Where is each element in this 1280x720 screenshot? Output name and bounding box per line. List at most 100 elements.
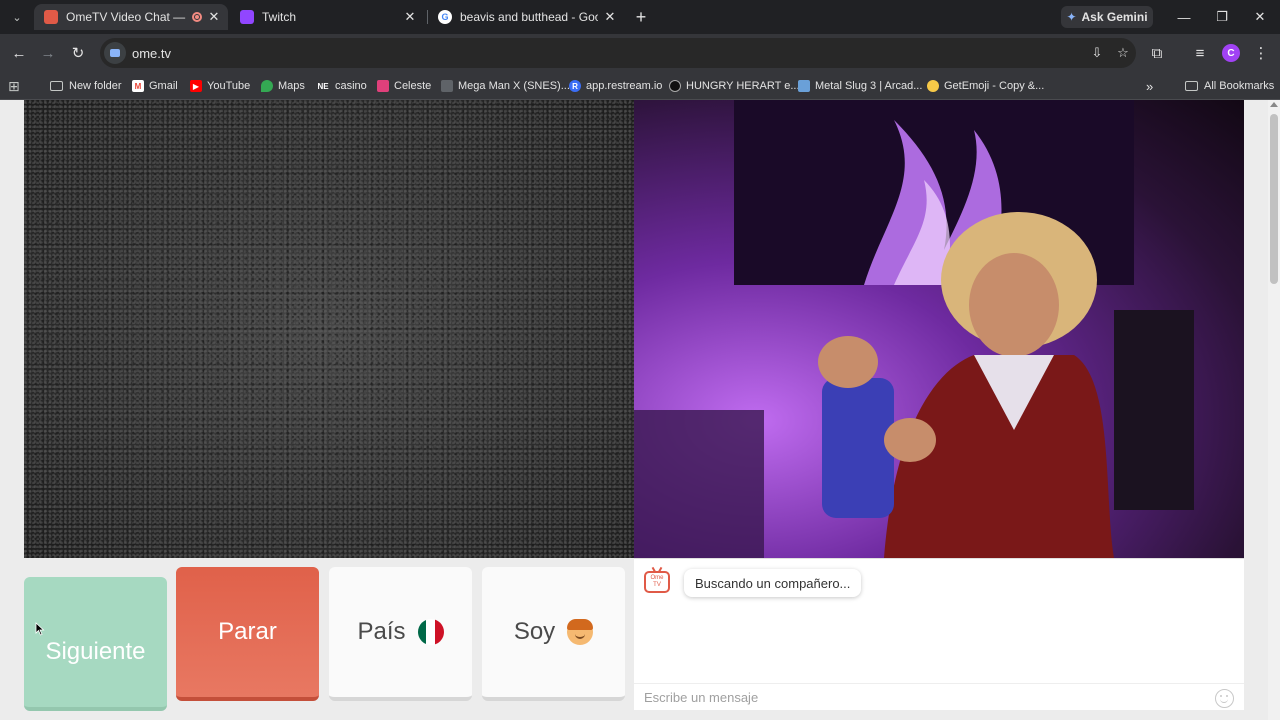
folder-icon — [1185, 81, 1198, 91]
bookmark-label: Maps — [278, 80, 305, 92]
tab-google[interactable]: G beavis and butthead - Google S ✕ — [428, 4, 624, 30]
bookmark-metal-slug[interactable]: Metal Slug 3 | Arcad... — [798, 77, 922, 95]
gmail-icon: M — [132, 80, 144, 92]
search-status-message: Buscando un compañero... — [684, 569, 862, 597]
browser-toolbar: ← → ↻ ome.tv ⇩ ☆ ⧉ ≡ C ⋮ — [0, 34, 1280, 72]
google-favicon-icon: G — [438, 10, 452, 24]
bookmark-label: Celeste — [394, 80, 432, 92]
tab-title: Twitch — [262, 10, 297, 24]
media-controls-icon[interactable]: ≡ — [1188, 41, 1212, 65]
smiley-emoji-icon[interactable] — [1215, 689, 1234, 708]
install-app-icon[interactable]: ⇩ — [1084, 40, 1110, 66]
twitch-favicon-icon — [240, 10, 254, 24]
self-camera-video — [634, 100, 1244, 558]
bookmark-getemoji[interactable]: GetEmoji - Copy &... — [927, 77, 1044, 95]
metalslug-icon — [798, 80, 810, 92]
bookmark-casino[interactable]: NE casino — [316, 77, 367, 95]
hungry-icon — [669, 80, 681, 92]
reload-icon[interactable]: ↻ — [66, 41, 90, 65]
extensions-puzzle-icon[interactable]: ⧉ — [1145, 41, 1169, 65]
next-button[interactable]: Siguiente — [24, 577, 167, 711]
close-tab-icon[interactable]: ✕ — [206, 9, 222, 25]
new-tab-plus-icon[interactable]: + — [630, 6, 652, 28]
country-button[interactable]: País — [329, 567, 472, 701]
bookmark-label: Metal Slug 3 | Arcad... — [815, 80, 923, 92]
mouse-pointer-icon — [35, 622, 45, 636]
boy-emoji-icon — [567, 619, 594, 645]
all-bookmarks[interactable]: All Bookmarks — [1185, 77, 1274, 95]
tab-title: beavis and butthead - Google S — [460, 10, 598, 24]
bookmark-restream[interactable]: R app.restream.io — [569, 77, 662, 95]
bookmark-youtube[interactable]: ▶ YouTube — [190, 77, 250, 95]
site-camera-icon[interactable] — [104, 42, 126, 64]
bookmark-label: Mega Man X (SNES)... — [458, 80, 570, 92]
forward-arrow-icon[interactable]: → — [36, 41, 60, 65]
chat-panel: Ome TV Buscando un compañero... — [634, 558, 1244, 710]
bookmark-gmail[interactable]: M Gmail — [132, 77, 178, 95]
hand — [818, 336, 878, 388]
bookmark-label: GetEmoji - Copy &... — [944, 80, 1045, 92]
close-tab-icon[interactable]: ✕ — [602, 9, 618, 25]
scroll-up-arrow-icon[interactable] — [1270, 102, 1278, 107]
mexico-flag-icon — [417, 619, 444, 645]
stop-button[interactable]: Parar — [176, 567, 319, 701]
restream-icon: R — [569, 80, 581, 92]
scroll-thumb[interactable] — [1270, 114, 1278, 284]
ask-gemini-button[interactable]: ✦ Ask Gemini — [1061, 6, 1153, 28]
bookmark-hungry-herart[interactable]: HUNGRY HERART e... — [669, 77, 800, 95]
apps-grid-icon[interactable]: ⊞ — [8, 77, 20, 95]
message-input-row — [634, 683, 1244, 711]
next-button-label: Siguiente — [45, 638, 146, 665]
gender-button[interactable]: Soy — [482, 567, 625, 701]
gender-button-label: Soy — [513, 618, 556, 645]
bookmark-label: casino — [335, 80, 367, 92]
bookmark-star-icon[interactable]: ☆ — [1110, 40, 1136, 66]
tab-twitch[interactable]: Twitch ✕ — [230, 4, 424, 30]
bookmark-label: YouTube — [207, 80, 251, 92]
browser-menu-icon[interactable]: ⋮ — [1249, 41, 1273, 65]
ask-gemini-label: Ask Gemini — [1081, 10, 1148, 24]
country-button-label: País — [357, 618, 406, 645]
tab-ometv[interactable]: OmeTV Video Chat — Ome ✕ — [34, 4, 228, 30]
ometv-logo-icon: Ome TV — [644, 571, 670, 593]
water-bottle — [822, 378, 894, 518]
bookmark-celeste[interactable]: Celeste — [377, 77, 431, 95]
minimize-icon[interactable]: — — [1172, 6, 1196, 28]
webcam-scene — [634, 100, 1194, 558]
ne-icon: NE — [317, 81, 329, 91]
close-window-icon[interactable]: ✕ — [1248, 6, 1272, 28]
folder-icon — [50, 81, 63, 91]
partner-video-static — [24, 100, 634, 558]
close-tab-icon[interactable]: ✕ — [402, 9, 418, 25]
megaman-icon — [441, 80, 453, 92]
bookmark-label: HUNGRY HERART e... — [686, 80, 800, 92]
tab-title: OmeTV Video Chat — Ome — [66, 10, 188, 24]
address-bar[interactable]: ome.tv ⇩ ☆ — [100, 38, 1136, 68]
bookmark-maps[interactable]: Maps — [261, 77, 305, 95]
url-text[interactable]: ome.tv — [132, 46, 1084, 61]
more-bookmarks-chevron-icon[interactable]: » — [1146, 77, 1153, 95]
bookmark-megaman[interactable]: Mega Man X (SNES)... — [441, 77, 570, 95]
back-arrow-icon[interactable]: ← — [7, 41, 31, 65]
emoji-icon — [927, 80, 939, 92]
stop-button-label: Parar — [218, 618, 277, 645]
maps-icon — [261, 80, 273, 92]
ometv-favicon-icon — [44, 10, 58, 24]
bookmark-label: Gmail — [149, 80, 178, 92]
bookmark-label: app.restream.io — [586, 80, 663, 92]
browser-tab-strip: ⌄ OmeTV Video Chat — Ome ✕ Twitch ✕ G be… — [0, 0, 1280, 34]
profile-avatar[interactable]: C — [1222, 44, 1240, 62]
tab-search-chevron-icon[interactable]: ⌄ — [6, 6, 28, 28]
face — [969, 253, 1059, 357]
celeste-icon — [377, 80, 389, 92]
restore-icon[interactable]: ❐ — [1210, 6, 1234, 28]
youtube-icon: ▶ — [190, 80, 202, 92]
bookmark-new-folder[interactable]: New folder — [50, 77, 122, 95]
keyboard-stand — [1114, 310, 1194, 510]
message-input[interactable] — [644, 690, 1204, 705]
recording-icon — [192, 12, 202, 22]
ometv-page: Siguiente Parar País Soy Ome TV Buscando… — [0, 100, 1280, 720]
bookmark-label: New folder — [69, 80, 122, 92]
page-scrollbar[interactable] — [1268, 100, 1280, 720]
gemini-sparkle-icon: ✦ — [1066, 10, 1077, 24]
